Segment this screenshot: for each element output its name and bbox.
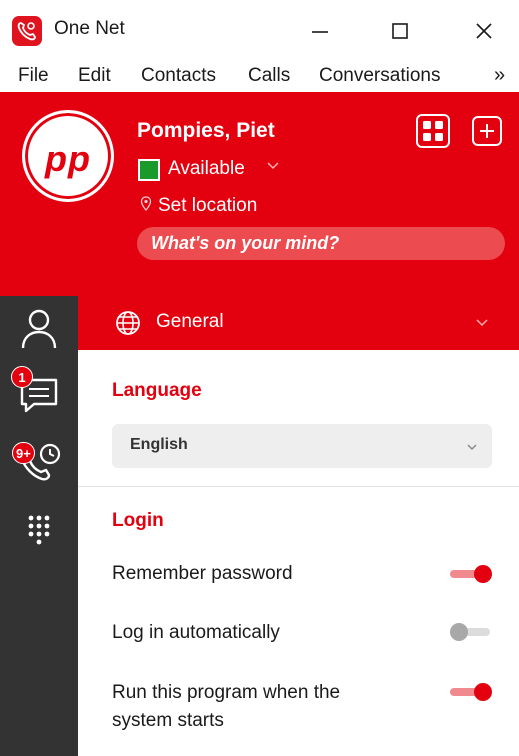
menu-conversations[interactable]: Conversations: [319, 65, 440, 87]
app-logo-icon: [12, 16, 42, 46]
profile-header: pp Pompies, Piet Available Set location …: [0, 92, 519, 296]
rail-item-contacts[interactable]: [14, 304, 64, 354]
avatar-initials: pp: [45, 138, 91, 179]
add-button[interactable]: [472, 116, 502, 146]
toggle-knob: [450, 623, 468, 641]
menu-contacts[interactable]: Contacts: [141, 65, 216, 87]
run-at-startup-label: Run this program when the system starts: [112, 682, 341, 731]
dashboard-button[interactable]: [416, 114, 450, 148]
rail-item-conversations[interactable]: 1: [11, 366, 64, 418]
remember-password-label: Remember password: [112, 563, 293, 584]
unread-badge: 1: [11, 366, 33, 388]
rail-item-dialpad[interactable]: [14, 508, 64, 558]
language-heading: Language: [112, 380, 202, 401]
minimize-icon: [312, 31, 328, 33]
close-icon: [476, 23, 492, 39]
chevron-down-icon: [266, 158, 280, 175]
location-pin-icon: [140, 196, 152, 217]
language-select[interactable]: English: [112, 424, 492, 468]
avatar[interactable]: pp: [22, 110, 114, 202]
section-title: General: [156, 311, 224, 332]
rail-item-call-history[interactable]: 9+: [12, 438, 64, 488]
globe-icon: [114, 309, 142, 342]
minimize-button[interactable]: [300, 12, 340, 50]
mood-placeholder: What's on your mind?: [151, 233, 340, 253]
title-bar: One Net: [0, 0, 519, 62]
toggle-knob: [474, 565, 492, 583]
log-in-automatically-label: Log in automatically: [112, 622, 280, 643]
set-location-link[interactable]: Set location: [158, 195, 257, 217]
toggle-knob: [474, 683, 492, 701]
dialpad-icon: [28, 515, 50, 545]
log-in-automatically-toggle[interactable]: [450, 623, 492, 641]
language-select-value: English: [130, 436, 188, 453]
window-title: One Net: [54, 18, 125, 39]
mood-input[interactable]: What's on your mind?: [137, 227, 505, 260]
user-name: Pompies, Piet: [137, 119, 275, 142]
menu-file[interactable]: File: [18, 65, 49, 87]
status-indicator: [138, 159, 160, 181]
menu-edit[interactable]: Edit: [78, 65, 111, 87]
menu-overflow-button[interactable]: »: [494, 64, 505, 87]
divider: [78, 486, 519, 487]
run-at-startup-toggle[interactable]: [450, 683, 492, 701]
remember-password-toggle[interactable]: [450, 565, 492, 583]
login-heading: Login: [112, 510, 164, 531]
close-button[interactable]: [464, 12, 504, 50]
nav-rail: 1 9+: [0, 296, 78, 756]
chevron-down-icon: [474, 314, 490, 335]
maximize-button[interactable]: [380, 12, 420, 50]
section-general-header[interactable]: General: [78, 296, 519, 350]
menu-calls[interactable]: Calls: [248, 65, 290, 87]
chevron-down-icon: [466, 440, 478, 458]
status-dropdown[interactable]: Available: [168, 158, 245, 180]
settings-panel: Language English Login Remember password…: [78, 350, 519, 756]
missed-calls-badge: 9+: [12, 442, 35, 464]
grid-icon: [423, 121, 443, 141]
plus-icon: [480, 124, 494, 138]
menu-bar: File Edit Contacts Calls Conversations »: [0, 62, 519, 92]
maximize-icon: [392, 23, 408, 39]
person-icon: [21, 309, 57, 349]
